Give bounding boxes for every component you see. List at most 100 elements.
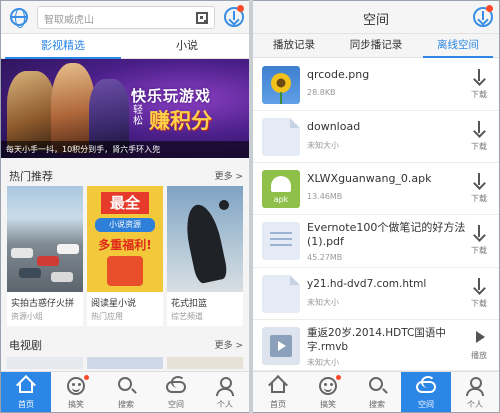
tv-card-peek[interactable] — [167, 357, 243, 369]
file-row[interactable]: qrcode.png 28.8KB 下载 — [253, 59, 499, 111]
tv-card-peek[interactable] — [7, 357, 83, 369]
top-bar: 智取威虎山 — [1, 1, 249, 34]
file-name: 重返20岁.2014.HDTC国语中字.rmvb — [307, 327, 446, 353]
download-button[interactable]: 下载 — [465, 225, 493, 256]
download-button[interactable]: 下载 — [465, 121, 493, 152]
file-row[interactable]: apk XLWXguanwang_0.apk 13.46MB 下载 — [253, 163, 499, 215]
nav-search[interactable]: 搜索 — [353, 372, 401, 412]
thumb-detail — [57, 244, 79, 254]
browser-globe-icon[interactable] — [10, 8, 28, 28]
nav-space[interactable]: 空间 — [151, 372, 201, 412]
more-link[interactable]: 更多 > — [215, 338, 243, 351]
notification-dot — [336, 375, 341, 380]
file-size: 45.27MB — [307, 253, 343, 262]
file-row[interactable]: download 未知大小 下载 — [253, 111, 499, 163]
thumb-detail — [219, 200, 229, 210]
download-button[interactable]: 下载 — [465, 173, 493, 204]
section-title: 电视剧 — [9, 339, 42, 352]
file-name: Evernote100个做笔记的好方法(1).pdf — [307, 221, 466, 248]
nav-search[interactable]: 搜索 — [101, 372, 151, 412]
play-button[interactable]: 播放 — [465, 330, 493, 361]
banner-character-art — [7, 71, 55, 151]
smile-icon — [67, 377, 85, 395]
space-tabs: 播放记录 同步播记录 离线空间 — [253, 34, 499, 58]
hot-section-header: 热门推荐 更多 > — [1, 162, 249, 186]
flower-graphic — [271, 73, 291, 93]
nav-home[interactable]: 首页 — [1, 372, 51, 412]
app-card[interactable]: 最全 小说资源 多重福利! 阅读星小说 热门应用 — [87, 186, 163, 326]
file-row[interactable]: Evernote100个做笔记的好方法(1).pdf 45.27MB 下载 — [253, 215, 499, 268]
carousel-indicator — [209, 147, 244, 152]
banner-headline-highlight: 赚积分 — [149, 109, 212, 133]
banner-headline-small: 轻松 — [133, 105, 143, 127]
action-label: 下载 — [471, 299, 487, 308]
qr-scan-icon[interactable] — [196, 12, 208, 24]
document-icon — [262, 118, 300, 156]
nav-profile[interactable]: 个人 — [451, 372, 499, 412]
notification-dot — [237, 5, 244, 12]
thumb-text: 多重福利! — [98, 238, 152, 252]
file-size: 未知大小 — [307, 298, 339, 307]
nav-funny[interactable]: 搞笑 — [303, 372, 353, 412]
tab-novels[interactable]: 小说 — [125, 34, 249, 59]
download-icon — [473, 225, 485, 239]
tv-card-row-peek — [1, 357, 249, 369]
tv-card-peek[interactable] — [87, 357, 163, 369]
tab-offline-space[interactable]: 离线空间 — [417, 34, 499, 58]
promo-banner[interactable]: 快乐玩游戏 轻松 赚积分 每天小手一抖，10积分到手，肾六手环入兜 — [1, 59, 249, 158]
cloud-icon — [416, 376, 436, 393]
tab-sync-history[interactable]: 同步播记录 — [335, 34, 417, 58]
file-size: 未知大小 — [307, 358, 339, 367]
banner-headline: 快乐玩游戏 — [131, 87, 212, 105]
action-label: 下载 — [471, 142, 487, 151]
file-name: download — [307, 120, 361, 133]
card-subtitle: 综艺频道 — [171, 312, 203, 321]
gift-box-art — [107, 256, 143, 286]
image-file-icon — [262, 66, 300, 104]
card-subtitle: 热门应用 — [91, 312, 123, 321]
space-screen: 空间 播放记录 同步播记录 离线空间 qrcode.png 28.8KB 下载 … — [253, 1, 499, 412]
content-tabs: 影视精选 小说 — [1, 34, 249, 59]
person-icon — [216, 377, 234, 396]
video-card[interactable]: 花式扣篮 综艺频道 — [167, 186, 243, 326]
nav-label: 首页 — [270, 400, 286, 409]
tab-play-history[interactable]: 播放记录 — [253, 34, 335, 58]
nav-space[interactable]: 空间 — [401, 372, 451, 412]
video-card[interactable]: 实拍古惑仔火拼 资源小组 — [7, 186, 83, 326]
smile-icon — [319, 377, 337, 395]
bottom-nav: 首页 搞笑 搜索 空间 个人 — [1, 371, 249, 412]
download-button[interactable]: 下载 — [465, 69, 493, 100]
tab-video-picks[interactable]: 影视精选 — [1, 34, 125, 59]
more-link[interactable]: 更多 > — [215, 169, 243, 182]
doc-line — [270, 244, 292, 246]
nav-funny[interactable]: 搞笑 — [51, 372, 101, 412]
video-file-icon — [262, 327, 300, 365]
nav-label: 搞笑 — [320, 400, 336, 409]
thumb-detail — [11, 248, 33, 258]
download-button[interactable]: 下载 — [465, 278, 493, 309]
hot-card-row: 实拍古惑仔火拼 资源小组 最全 小说资源 多重福利! 阅读星小说 热门应用 花式… — [1, 186, 249, 326]
nav-label: 搜索 — [118, 400, 134, 409]
thumb-detail — [51, 272, 73, 282]
file-name: y21.hd-dvd7.com.html — [307, 278, 427, 290]
notification-dot — [84, 375, 89, 380]
tv-section-header: 电视剧 更多 > — [1, 331, 249, 355]
thumb-detail — [181, 201, 229, 285]
pdf-icon — [262, 222, 300, 260]
cloud-icon — [166, 376, 186, 393]
file-name: XLWXguanwang_0.apk — [307, 172, 432, 185]
file-row[interactable]: y21.hd-dvd7.com.html 未知大小 下载 — [253, 268, 499, 320]
nav-profile[interactable]: 个人 — [201, 372, 249, 412]
card-title: 实拍古惑仔火拼 — [11, 299, 75, 309]
search-input[interactable]: 智取威虎山 — [37, 6, 215, 29]
card-thumbnail: 最全 小说资源 多重福利! — [87, 186, 163, 292]
download-icon — [473, 69, 485, 83]
thumb-text: 最全 — [101, 192, 149, 214]
card-subtitle: 资源小组 — [11, 312, 43, 321]
apk-label: apk — [273, 195, 289, 204]
nav-home[interactable]: 首页 — [253, 372, 303, 412]
card-title: 阅读星小说 — [91, 299, 137, 309]
doc-line — [270, 232, 292, 234]
play-icon — [473, 330, 485, 344]
file-row[interactable]: 重返20岁.2014.HDTC国语中字.rmvb 未知大小 播放 — [253, 320, 499, 371]
